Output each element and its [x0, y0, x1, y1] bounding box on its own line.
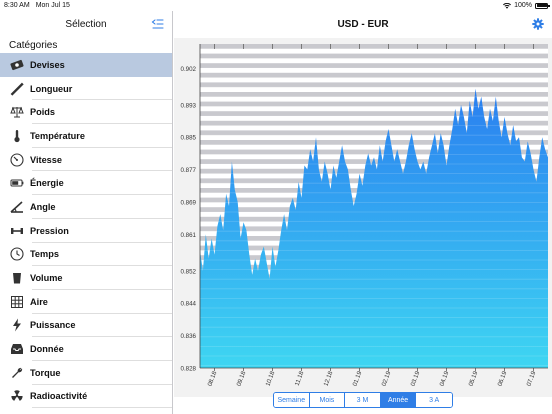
grid-band [200, 72, 548, 78]
y-tick-label: 0.877 [181, 167, 197, 174]
sidebar-item-2[interactable]: Longueur [0, 77, 172, 101]
scale-icon [10, 105, 24, 119]
status-date: Mon Jul 15 [35, 2, 70, 9]
period-selector: Semaine Mois 3 M Année 3 A [273, 392, 453, 408]
thermometer-icon [10, 129, 24, 143]
battery-percent: 100% [514, 2, 532, 9]
x-tick-label: 02.19 [381, 370, 393, 387]
y-tick-label: 0.869 [181, 199, 197, 206]
radiation-icon [10, 389, 24, 403]
grid-band [200, 44, 548, 49]
x-tick-label: 01.19 [352, 370, 364, 387]
grid-band [200, 82, 548, 88]
sidebar-item-label: Poids [30, 107, 56, 118]
y-tick-label: 0.885 [181, 135, 197, 142]
x-tick-label: 10.18 [265, 370, 277, 387]
sidebar-item-label: Aire [30, 296, 48, 307]
sidebar-item-label: Devises [30, 59, 65, 70]
sidebar-header: Sélection [0, 11, 172, 37]
battery-icon [10, 176, 24, 190]
status-time: 8:30 AM [4, 2, 30, 9]
sidebar-item-15[interactable]: Radioactivité [0, 385, 172, 409]
grid-band [200, 92, 548, 97]
sidebar-item-10[interactable]: Volume [0, 266, 172, 290]
sidebar-item-label: Vitesse [30, 154, 63, 165]
sidebar-item-label: Radioactivité [30, 391, 88, 402]
chart-area: 0.828 0.836 0.844 0.852 0.861 0.869 0.877 0.885… [174, 38, 552, 397]
x-tick-label: 11.18 [294, 370, 306, 387]
lightning-icon [10, 318, 24, 332]
x-tick-label: 03.19 [410, 370, 422, 387]
clock-icon [10, 247, 24, 261]
app-root: 8:30 AM Mon Jul 15 100% Sélection Catégo… [0, 0, 552, 414]
x-tick-label: 12.18 [323, 370, 335, 387]
sidebar-item-label: Donnée [30, 344, 64, 355]
sidebar-item-label: Temps [30, 249, 59, 260]
section-title: Catégories [9, 40, 58, 51]
grid-band [200, 63, 548, 68]
sidebar-item-label: Longueur [30, 83, 73, 94]
sidebar-item-4[interactable]: Température [0, 124, 172, 148]
y-tick-label: 0.893 [181, 102, 197, 109]
category-list: Devises Longueur Poids Température Vitesse Én… [0, 53, 172, 409]
sidebar-item-8[interactable]: Pression [0, 219, 172, 243]
sidebar-item-6[interactable]: Énergie [0, 171, 172, 195]
y-tick-label: 0.861 [181, 232, 197, 239]
dumbbell-icon [10, 224, 24, 238]
y-tick-label: 0.828 [181, 366, 197, 373]
page-title: USD - EUR [337, 18, 389, 30]
y-tick-label: 0.852 [181, 268, 197, 275]
sidebar-item-label: Volume [30, 273, 63, 284]
status-bar: 8:30 AM Mon Jul 15 100% [0, 0, 552, 11]
sidebar-item-14[interactable]: Torque [0, 361, 172, 385]
sidebar-item-label: Température [30, 130, 85, 141]
x-tick-label: 06.19 [497, 370, 509, 387]
grid-band [200, 53, 548, 59]
x-tick-label: 08.18 [207, 370, 219, 387]
collapse-list-button[interactable] [151, 18, 164, 30]
sidebar-item-label: Puissance [30, 320, 76, 331]
settings-button[interactable] [532, 18, 544, 30]
speedometer-icon [10, 153, 24, 167]
grid-icon [10, 295, 24, 309]
wrench-icon [10, 366, 24, 380]
money-icon [10, 58, 24, 72]
sidebar-item-12[interactable]: Puissance [0, 314, 172, 338]
battery-fill [536, 4, 547, 7]
sidebar-item-7[interactable]: Angle [0, 195, 172, 219]
sidebar-item-11[interactable]: Aire [0, 290, 172, 314]
x-tick-label: 05.19 [468, 370, 480, 387]
period-tab-4[interactable]: Année [380, 393, 417, 407]
battery-icon [535, 2, 550, 9]
sidebar-item-label: Énergie [30, 178, 64, 189]
main-panel: USD - EUR 0.828 0.836 0.844 0.852 0.861 0.869… [174, 11, 552, 414]
x-tick-label: 04.19 [439, 370, 451, 387]
sidebar-item-3[interactable]: Poids [0, 100, 172, 124]
period-tab-5[interactable]: 3 A [416, 393, 452, 407]
cup-icon [10, 271, 24, 285]
x-tick-label: 09.18 [236, 370, 248, 387]
y-tick-label: 0.844 [181, 301, 197, 308]
period-tab-3[interactable]: 3 M [345, 393, 381, 407]
sidebar-item-1[interactable]: Devises [0, 53, 172, 77]
angle-icon [10, 200, 24, 214]
x-tick-label: 07.19 [526, 370, 538, 387]
y-tick-label: 0.902 [181, 66, 197, 73]
sidebar-title: Sélection [65, 18, 107, 30]
sidebar-item-label: Angle [30, 201, 56, 212]
sidebar-item-9[interactable]: Temps [0, 243, 172, 267]
sidebar-item-13[interactable]: Donnée [0, 337, 172, 361]
main-header: USD - EUR [174, 11, 552, 37]
y-tick-label: 0.836 [181, 333, 197, 340]
sidebar: Sélection Catégories Devises Longueur Poid… [0, 11, 173, 414]
sidebar-item-5[interactable]: Vitesse [0, 148, 172, 172]
period-tab-2[interactable]: Mois [309, 393, 346, 407]
sidebar-item-label: Pression [30, 225, 69, 236]
period-tab-1[interactable]: Semaine [274, 393, 310, 407]
ruler-icon [10, 82, 24, 96]
sidebar-item-label: Torque [30, 367, 61, 378]
wifi-icon [503, 2, 512, 9]
exchange-rate-chart: 0.828 0.836 0.844 0.852 0.861 0.869 0.877 0.885… [181, 44, 548, 387]
tray-icon [10, 342, 24, 356]
